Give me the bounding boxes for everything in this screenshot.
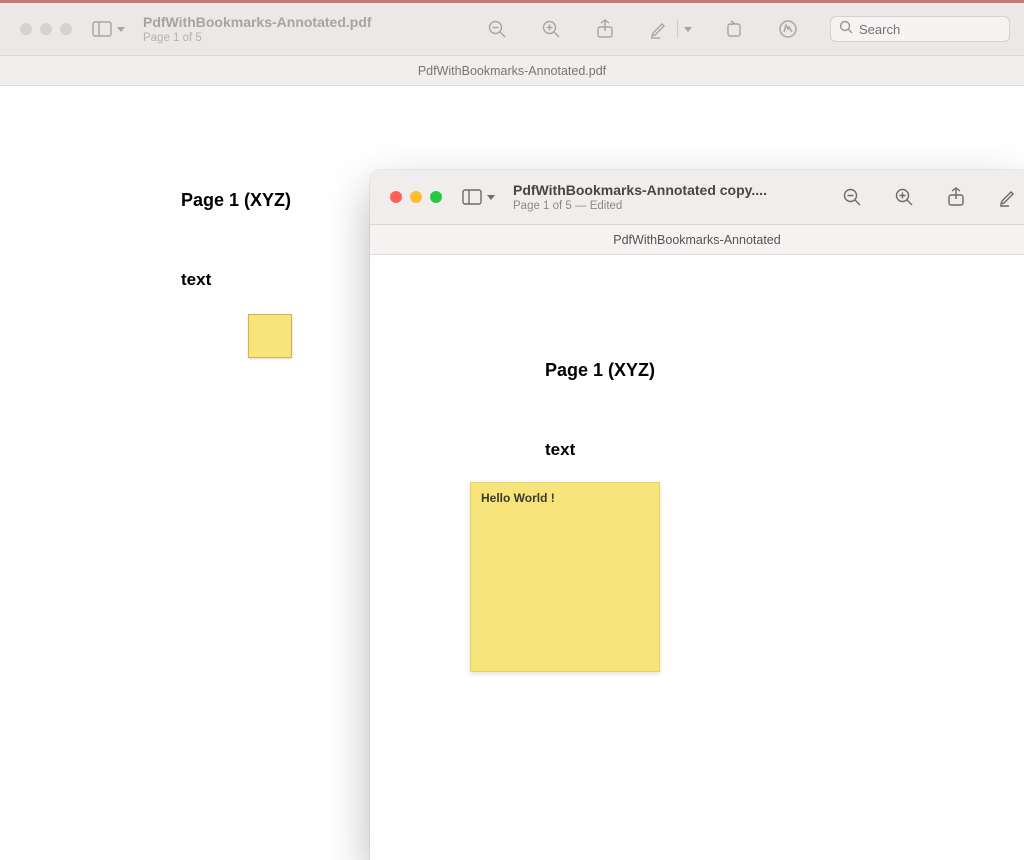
- zoom-out-icon[interactable]: [840, 185, 864, 209]
- sidebar-icon: [460, 185, 484, 209]
- toolbar-front: PdfWithBookmarks-Annotated copy.... Page…: [370, 170, 1024, 225]
- tabbar-front: PdfWithBookmarks-Annotated: [370, 225, 1024, 255]
- chevron-down-icon: [487, 195, 495, 200]
- page-heading-back: Page 1 (XYZ): [181, 190, 291, 211]
- sticky-note-text: Hello World !: [481, 491, 555, 505]
- toolbar-back: PdfWithBookmarks-Annotated.pdf Page 1 of…: [0, 0, 1024, 56]
- pdf-page-front[interactable]: Page 1 (XYZ) text Hello World !: [385, 260, 1024, 860]
- separator: [677, 20, 678, 38]
- zoom-in-icon[interactable]: [892, 185, 916, 209]
- sidebar-icon: [90, 17, 114, 41]
- tab-front[interactable]: PdfWithBookmarks-Annotated: [613, 233, 780, 247]
- highlight-icon[interactable]: [647, 17, 671, 41]
- tab-back[interactable]: PdfWithBookmarks-Annotated.pdf: [418, 64, 606, 78]
- window-controls-back: [20, 23, 72, 35]
- zoom-out-icon[interactable]: [485, 17, 509, 41]
- markup-toolbar-icon[interactable]: [776, 17, 800, 41]
- close-button[interactable]: [390, 191, 402, 203]
- search-field-back[interactable]: [830, 16, 1010, 42]
- page-heading-front: Page 1 (XYZ): [545, 360, 655, 381]
- title-block-back: PdfWithBookmarks-Annotated.pdf Page 1 of…: [143, 14, 372, 44]
- chevron-down-icon[interactable]: [684, 27, 692, 32]
- minimize-button[interactable]: [410, 191, 422, 203]
- minimize-button[interactable]: [40, 23, 52, 35]
- document-title-front: PdfWithBookmarks-Annotated copy....: [513, 182, 767, 198]
- fullscreen-button[interactable]: [430, 191, 442, 203]
- sticky-note-front[interactable]: Hello World !: [470, 482, 660, 672]
- document-title-back: PdfWithBookmarks-Annotated.pdf: [143, 14, 372, 30]
- sticky-note-back[interactable]: [248, 314, 292, 358]
- highlight-icon[interactable]: [996, 185, 1020, 209]
- preview-window-front: PdfWithBookmarks-Annotated copy.... Page…: [370, 170, 1024, 860]
- sidebar-toggle-front[interactable]: [460, 185, 495, 209]
- search-icon: [839, 20, 853, 39]
- title-block-front: PdfWithBookmarks-Annotated copy.... Page…: [513, 182, 767, 212]
- sidebar-toggle-back[interactable]: [90, 17, 125, 41]
- toolbar-actions-front: [840, 185, 1024, 209]
- tabbar-back: PdfWithBookmarks-Annotated.pdf: [0, 56, 1024, 86]
- close-button[interactable]: [20, 23, 32, 35]
- page-text-back: text: [181, 270, 211, 290]
- page-indicator-back: Page 1 of 5: [143, 32, 372, 44]
- zoom-in-icon[interactable]: [539, 17, 563, 41]
- page-text-front: text: [545, 440, 575, 460]
- rotate-icon[interactable]: [722, 17, 746, 41]
- page-indicator-front: Page 1 of 5 — Edited: [513, 200, 767, 212]
- markup-group: [647, 17, 692, 41]
- chevron-down-icon: [117, 27, 125, 32]
- toolbar-actions-back: [485, 16, 1024, 42]
- fullscreen-button[interactable]: [60, 23, 72, 35]
- search-input-back[interactable]: [859, 22, 1001, 37]
- share-icon[interactable]: [593, 17, 617, 41]
- window-controls-front: [390, 191, 442, 203]
- share-icon[interactable]: [944, 185, 968, 209]
